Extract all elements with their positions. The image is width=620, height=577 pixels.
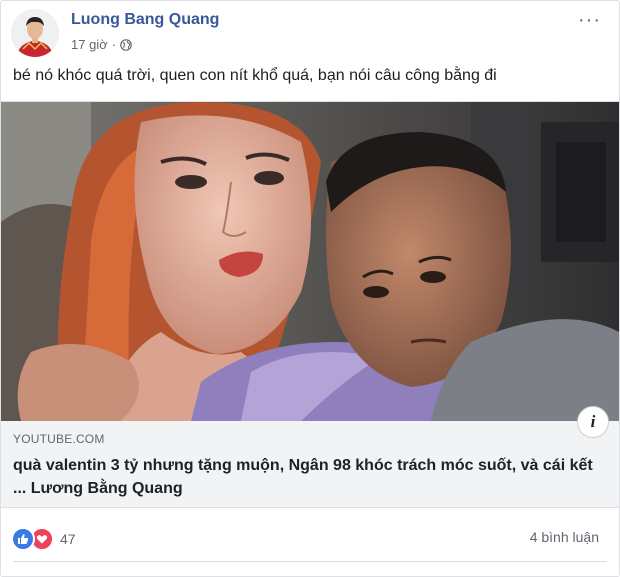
globe-icon[interactable] — [120, 38, 132, 51]
facebook-post: Luong Bang Quang 17 giờ · ··· bé nó khóc… — [0, 0, 620, 577]
reaction-summary[interactable]: 47 — [11, 527, 76, 551]
preview-image — [1, 102, 619, 421]
info-icon[interactable]: i — [577, 406, 609, 438]
post-text: bé nó khóc quá trời, quen con nít khổ qu… — [13, 67, 497, 84]
divider — [13, 561, 607, 562]
link-preview[interactable]: i YOUTUBE.COM quà valentin 3 tỷ nhưng tặ… — [1, 101, 619, 508]
avatar-image — [11, 9, 59, 57]
preview-photo[interactable] — [1, 102, 619, 421]
comment-count[interactable]: 4 bình luận — [530, 529, 599, 545]
more-horizontal-icon[interactable]: ··· — [578, 9, 601, 32]
link-title[interactable]: quà valentin 3 tỷ nhưng tặng muộn, Ngân … — [13, 454, 593, 500]
author-name[interactable]: Luong Bang Quang — [71, 11, 219, 29]
meta-separator: · — [111, 37, 117, 52]
post-time[interactable]: 17 giờ — [71, 37, 108, 52]
like-icon — [11, 527, 35, 551]
author-avatar[interactable] — [11, 9, 59, 57]
reaction-count: 47 — [60, 531, 76, 547]
post-meta: 17 giờ · — [71, 37, 132, 52]
link-domain: YOUTUBE.COM — [13, 432, 105, 446]
